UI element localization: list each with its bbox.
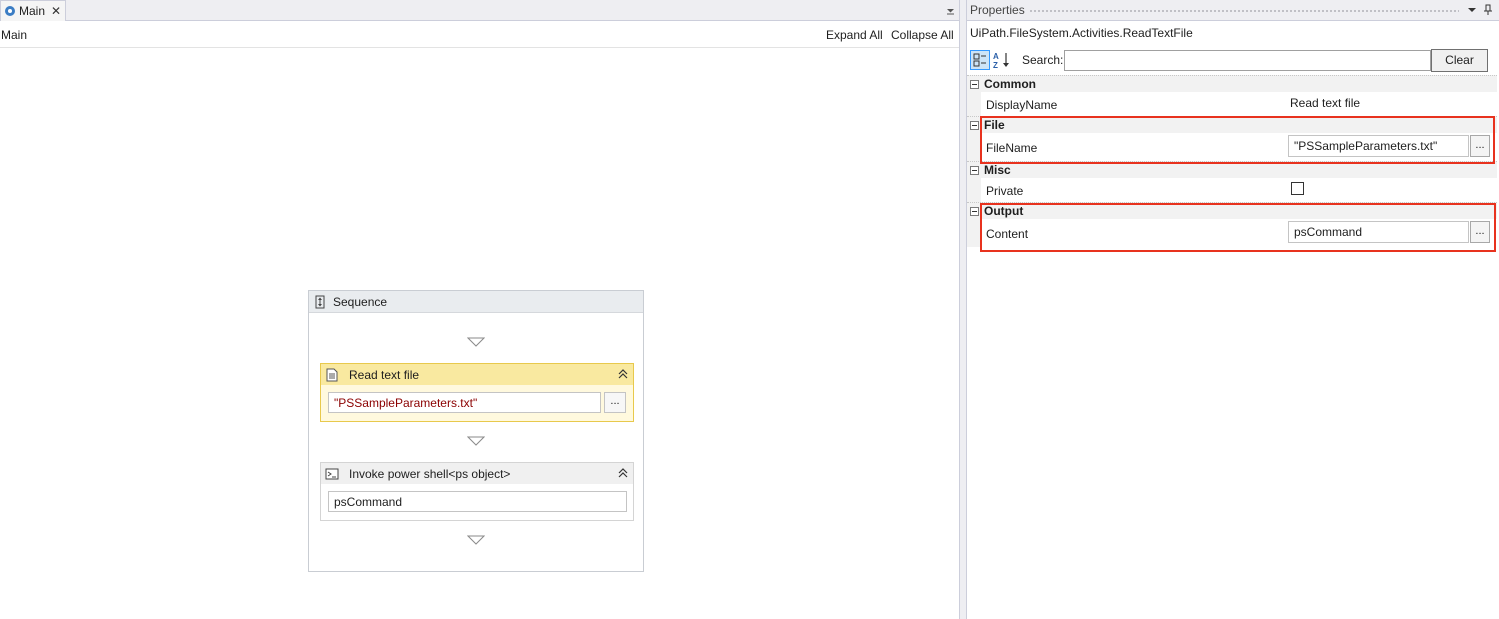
pane-splitter[interactable]: [959, 0, 966, 619]
activity-read-text-file-header[interactable]: Read text file: [321, 364, 633, 385]
workflow-tab-icon: [5, 6, 15, 16]
property-row-filename[interactable]: FileName "PSSampleParameters.txt" ...: [967, 133, 1497, 161]
row-gutter: [967, 178, 981, 202]
properties-titlebar: Properties: [967, 0, 1499, 21]
document-icon: [326, 368, 338, 381]
chevron-down-icon[interactable]: [1467, 5, 1477, 15]
search-label: Search:: [1022, 53, 1064, 67]
sequence-icon: [315, 295, 325, 308]
drop-target-arrow-icon[interactable]: [467, 337, 485, 347]
svg-text:A: A: [993, 52, 999, 61]
filename-browse-button[interactable]: ...: [604, 392, 626, 413]
powershell-icon: [325, 468, 339, 479]
sort-alpha-icon: A Z: [993, 52, 1009, 70]
category-label: Output: [984, 204, 1024, 218]
sequence-title: Sequence: [333, 294, 388, 309]
drop-target-arrow-icon[interactable]: [467, 436, 485, 446]
property-row-content[interactable]: Content psCommand ...: [967, 219, 1497, 247]
category-file[interactable]: File: [967, 116, 1497, 133]
properties-title: Properties: [970, 3, 1025, 17]
row-gutter: [967, 92, 981, 116]
property-value[interactable]: Read text file: [1290, 96, 1360, 110]
clear-button[interactable]: Clear: [1431, 49, 1488, 72]
collapse-icon[interactable]: [617, 467, 629, 479]
command-text-input[interactable]: psCommand: [328, 491, 627, 512]
property-name: DisplayName: [986, 98, 1058, 112]
chevron-down-icon[interactable]: [945, 5, 956, 16]
properties-panel: Properties UiPath.FileSystem.Activities.…: [966, 0, 1499, 619]
sequence-header[interactable]: Sequence: [309, 291, 643, 313]
categorized-view-button[interactable]: [970, 50, 990, 70]
property-row-private[interactable]: Private: [967, 178, 1497, 202]
activity-body: psCommand: [321, 484, 633, 519]
category-output[interactable]: Output: [967, 202, 1497, 219]
filename-expression-input[interactable]: "PSSampleParameters.txt": [328, 392, 601, 413]
category-common[interactable]: Common: [967, 75, 1497, 92]
category-label: Common: [984, 77, 1036, 91]
property-grid: Common DisplayName Read text file File F…: [967, 75, 1497, 247]
document-tab-bar: Main ✕: [0, 0, 959, 21]
filename-ellipsis-button[interactable]: ...: [1470, 135, 1490, 157]
activity-read-text-file[interactable]: Read text file "PSSampleParameters.txt" …: [320, 363, 634, 422]
private-checkbox[interactable]: [1291, 182, 1304, 195]
pin-icon[interactable]: [1483, 4, 1493, 16]
workflow-designer: Main ✕ Main Expand All Collapse All Sequ…: [0, 0, 959, 619]
property-name: FileName: [986, 141, 1038, 155]
collapse-toggle-icon[interactable]: [970, 207, 979, 216]
properties-toolbar: A Z Search: Clear: [967, 48, 1497, 72]
collapse-toggle-icon[interactable]: [970, 121, 979, 130]
property-row-displayname[interactable]: DisplayName Read text file: [967, 92, 1497, 116]
categorized-icon: [973, 53, 986, 67]
selected-type-name: UiPath.FileSystem.Activities.ReadTextFil…: [970, 26, 1193, 40]
category-misc[interactable]: Misc: [967, 161, 1497, 178]
activity-body: "PSSampleParameters.txt" ...: [321, 385, 633, 420]
activity-invoke-power-shell-header[interactable]: Invoke power shell<ps object>: [321, 463, 633, 484]
sequence-container[interactable]: Sequence Read text file "PSSampleParamet…: [308, 290, 644, 572]
studio-window: Main ✕ Main Expand All Collapse All Sequ…: [0, 0, 1499, 619]
drop-target-arrow-icon[interactable]: [467, 535, 485, 545]
category-label: Misc: [984, 163, 1011, 177]
property-name: Content: [986, 227, 1029, 241]
svg-text:Z: Z: [993, 61, 998, 70]
breadcrumb[interactable]: Main: [1, 28, 27, 42]
titlebar-grip[interactable]: [1029, 9, 1459, 13]
collapse-icon[interactable]: [617, 368, 629, 380]
collapse-toggle-icon[interactable]: [970, 166, 979, 175]
tab-main[interactable]: Main ✕: [0, 0, 66, 21]
content-value-input[interactable]: psCommand: [1288, 221, 1469, 243]
breadcrumb-bar: Main Expand All Collapse All: [0, 23, 959, 48]
activity-title: Read text file: [349, 367, 420, 382]
category-label: File: [984, 118, 1005, 132]
collapse-all-button[interactable]: Collapse All: [891, 28, 954, 42]
content-ellipsis-button[interactable]: ...: [1470, 221, 1490, 243]
activity-title: Invoke power shell<ps object>: [349, 466, 511, 481]
row-gutter: [967, 219, 981, 247]
alphabetical-view-button[interactable]: A Z: [992, 50, 1012, 70]
expand-all-button[interactable]: Expand All: [826, 28, 883, 42]
collapse-toggle-icon[interactable]: [970, 80, 979, 89]
filename-value-input[interactable]: "PSSampleParameters.txt": [1288, 135, 1469, 157]
property-name: Private: [986, 184, 1024, 198]
activity-invoke-power-shell[interactable]: Invoke power shell<ps object> psCommand: [320, 462, 634, 521]
search-input[interactable]: [1064, 50, 1431, 71]
row-gutter: [967, 133, 981, 161]
close-icon[interactable]: ✕: [51, 5, 61, 17]
tab-main-label: Main: [19, 4, 46, 18]
